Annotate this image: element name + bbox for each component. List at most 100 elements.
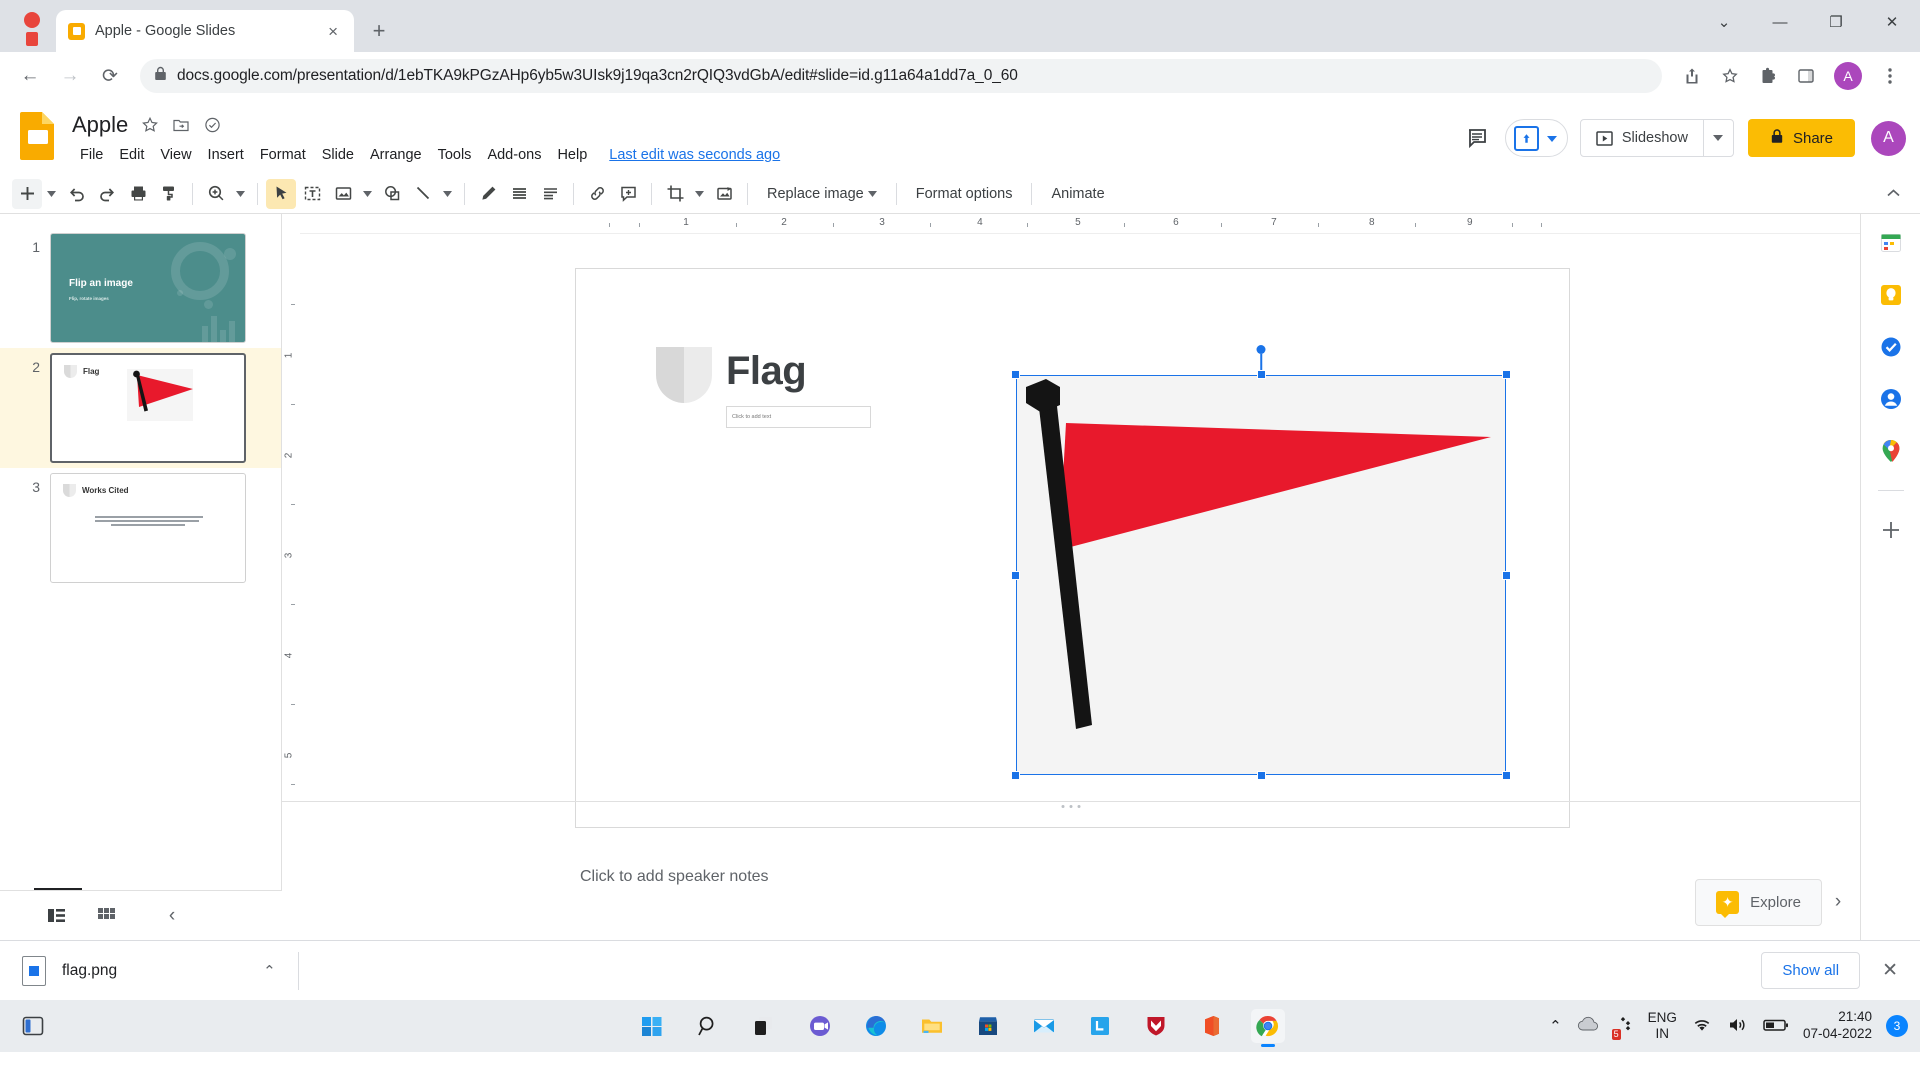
battery-icon[interactable] — [1763, 1017, 1789, 1036]
teams-icon[interactable] — [803, 1009, 837, 1043]
animate-button[interactable]: Animate — [1040, 181, 1115, 207]
bookmark-star-icon[interactable] — [1712, 58, 1748, 94]
slideshow-button[interactable]: Slideshow — [1581, 120, 1703, 156]
tray-chevron-icon[interactable]: ⌃ — [1549, 1017, 1562, 1035]
format-options-button[interactable]: Format options — [905, 181, 1024, 207]
chrome-menu-collapse-icon[interactable]: ⌄ — [1696, 0, 1752, 44]
cursor-icon[interactable] — [266, 178, 296, 209]
close-icon[interactable]: × — [324, 21, 342, 42]
page-title[interactable]: Apple — [72, 112, 128, 138]
resize-handle-w[interactable] — [1011, 570, 1020, 580]
redo-icon[interactable] — [92, 179, 122, 209]
slide-thumbnail[interactable]: Flag — [50, 353, 246, 463]
pen-icon[interactable] — [473, 179, 503, 209]
wifi-icon[interactable] — [1691, 1016, 1713, 1037]
undo-icon[interactable] — [61, 179, 91, 209]
google-calendar-icon[interactable] — [1878, 230, 1904, 256]
collapse-toolbar-icon[interactable] — [1878, 179, 1908, 209]
image-icon[interactable] — [328, 179, 358, 209]
new-tab-button[interactable]: + — [364, 16, 394, 46]
google-tasks-icon[interactable] — [1878, 334, 1904, 360]
line-icon[interactable] — [408, 179, 438, 209]
canvas-area[interactable]: 1 2 3 4 5 Flag Click to add text — [282, 234, 1860, 850]
resize-handle-se[interactable] — [1502, 771, 1511, 780]
replace-image-button[interactable]: Replace image — [756, 181, 888, 207]
menu-edit[interactable]: Edit — [111, 144, 152, 166]
windows-start-icon[interactable] — [635, 1009, 669, 1043]
google-maps-icon[interactable] — [1878, 438, 1904, 464]
filmstrip-slide-1[interactable]: 1 Flip an image Flip, rotate images — [0, 228, 281, 348]
paint-format-icon[interactable] — [154, 179, 184, 209]
rotation-handle[interactable] — [1256, 345, 1266, 354]
microsoft-edge-icon[interactable] — [859, 1009, 893, 1043]
volume-icon[interactable] — [1727, 1016, 1749, 1037]
line-dropdown-icon[interactable] — [439, 190, 456, 197]
menu-addons[interactable]: Add-ons — [479, 144, 549, 166]
google-slides-logo-icon[interactable] — [18, 110, 58, 162]
google-contacts-icon[interactable] — [1878, 386, 1904, 412]
extensions-icon[interactable] — [1750, 58, 1786, 94]
office-icon[interactable] — [1195, 1009, 1229, 1043]
show-all-downloads-button[interactable]: Show all — [1761, 952, 1861, 989]
menu-arrange[interactable]: Arrange — [362, 144, 430, 166]
widgets-icon[interactable] — [16, 1009, 50, 1043]
notification-badge[interactable]: 3 — [1886, 1015, 1908, 1037]
comment-icon[interactable] — [1457, 118, 1497, 158]
menu-file[interactable]: File — [72, 144, 111, 166]
link-icon[interactable] — [582, 179, 612, 209]
chevron-down-icon[interactable] — [1702, 120, 1733, 156]
expand-panel-icon[interactable]: › — [1824, 888, 1852, 916]
text-box-icon[interactable] — [297, 179, 327, 209]
add-comment-icon[interactable] — [613, 179, 643, 209]
grid-view-icon[interactable] — [92, 902, 120, 930]
forward-icon[interactable]: → — [52, 58, 88, 94]
mail-icon[interactable] — [1027, 1009, 1061, 1043]
present-upload-chip[interactable] — [1504, 119, 1568, 157]
move-to-folder-icon[interactable] — [172, 116, 190, 134]
explore-button[interactable]: ✦ Explore — [1695, 879, 1822, 926]
resize-handle-e[interactable] — [1502, 570, 1511, 580]
filmstrip-slide-2[interactable]: 2 Flag — [0, 348, 281, 468]
notes-resize-grip[interactable] — [1061, 805, 1081, 808]
lenovo-icon[interactable] — [1083, 1009, 1117, 1043]
slide-thumbnail[interactable]: Works Cited — [50, 473, 246, 583]
chrome-profile-avatar[interactable]: A — [1834, 62, 1862, 90]
mask-image-icon[interactable] — [709, 179, 739, 209]
print-icon[interactable] — [123, 179, 153, 209]
shape-icon[interactable] — [377, 179, 407, 209]
avatar[interactable]: A — [1871, 120, 1906, 156]
back-icon[interactable]: ← — [12, 58, 48, 94]
download-item[interactable]: flag.png ⌃ — [22, 955, 276, 986]
zoom-dropdown-icon[interactable] — [232, 190, 249, 197]
resize-handle-sw[interactable] — [1011, 771, 1020, 780]
resize-handle-nw[interactable] — [1011, 370, 1020, 379]
crop-dropdown-icon[interactable] — [691, 190, 708, 197]
star-icon[interactable] — [141, 116, 159, 134]
slide-editor-canvas[interactable]: Flag Click to add text — [575, 268, 1570, 828]
menu-tools[interactable]: Tools — [430, 144, 480, 166]
taskbar-widgets[interactable] — [16, 1009, 50, 1043]
image-dropdown-icon[interactable] — [359, 190, 376, 197]
language-indicator[interactable]: ENG IN — [1648, 1010, 1677, 1041]
onedrive-icon[interactable] — [1576, 1016, 1600, 1037]
speaker-notes-area[interactable]: Click to add speaker notes ✦ Explore › — [282, 850, 1860, 940]
mcafee-icon[interactable] — [1139, 1009, 1173, 1043]
crop-icon[interactable] — [660, 179, 690, 209]
clock[interactable]: 21:40 07-04-2022 — [1803, 1009, 1872, 1043]
google-chrome-icon[interactable] — [1251, 1009, 1285, 1043]
slide-thumbnail[interactable]: Flip an image Flip, rotate images — [50, 233, 246, 343]
side-panel-icon[interactable] — [1788, 58, 1824, 94]
slide-body-placeholder[interactable]: Click to add text — [726, 406, 871, 428]
chrome-menu-icon[interactable] — [1872, 58, 1908, 94]
resize-handle-n[interactable] — [1256, 370, 1266, 379]
file-explorer-icon[interactable] — [915, 1009, 949, 1043]
filmstrip-view-icon[interactable] — [42, 902, 70, 930]
menu-help[interactable]: Help — [549, 144, 595, 166]
zoom-icon[interactable] — [201, 179, 231, 209]
resize-handle-ne[interactable] — [1502, 370, 1511, 379]
new-slide-dropdown-icon[interactable] — [43, 190, 60, 197]
flag-image-selection[interactable] — [1011, 345, 1511, 780]
chevron-up-icon[interactable]: ⌃ — [263, 962, 276, 980]
maximize-button[interactable]: ❐ — [1808, 0, 1864, 44]
add-apps-icon[interactable] — [1878, 517, 1904, 543]
